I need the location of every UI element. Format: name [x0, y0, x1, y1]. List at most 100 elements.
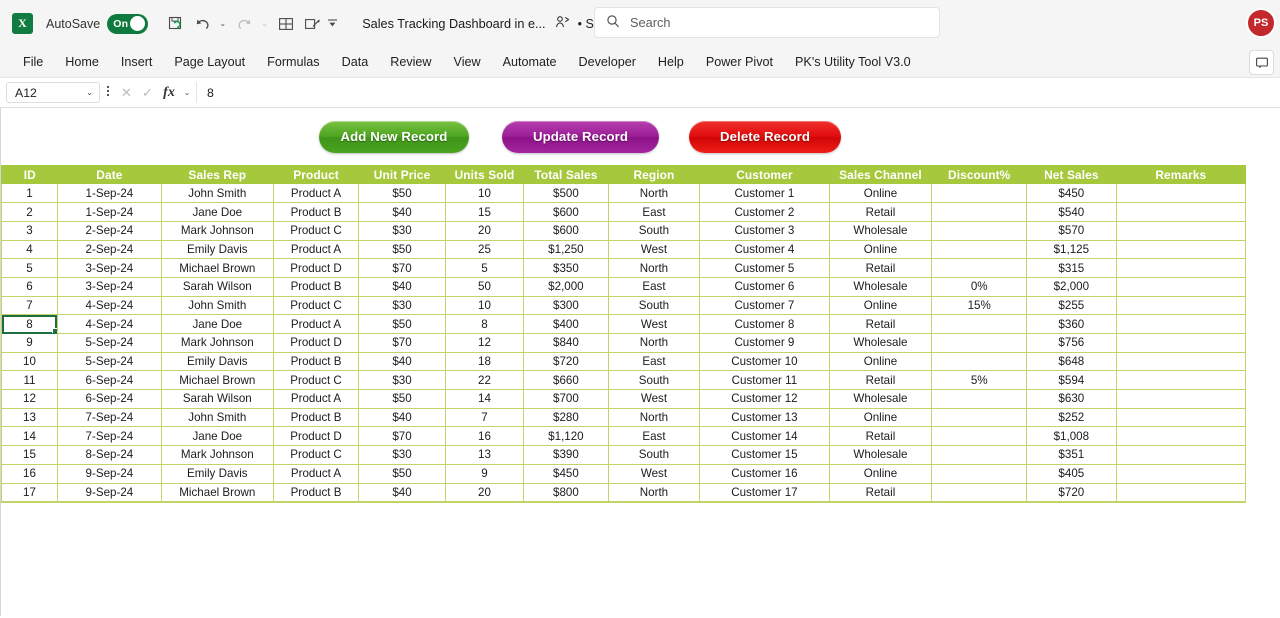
cell-unit-price[interactable]: $30: [358, 445, 446, 465]
cell-units-sold[interactable]: 10: [445, 296, 525, 316]
cell-product[interactable]: Product A: [273, 389, 360, 409]
cell-id[interactable]: 17: [1, 483, 58, 503]
cell-net-sales[interactable]: $1,125: [1026, 240, 1117, 260]
cell-sales-channel[interactable]: Wholesale: [829, 389, 933, 409]
cell-region[interactable]: North: [608, 184, 701, 204]
cell-discount[interactable]: [931, 445, 1028, 465]
cell-unit-price[interactable]: $40: [358, 277, 446, 297]
cell-product[interactable]: Product A: [273, 314, 360, 334]
cell-total-sales[interactable]: $300: [523, 296, 609, 316]
cell-region[interactable]: North: [608, 258, 701, 278]
cell-sales-channel[interactable]: Online: [829, 352, 933, 372]
column-header-date[interactable]: Date: [57, 165, 162, 184]
cell-total-sales[interactable]: $800: [523, 483, 609, 503]
cell-net-sales[interactable]: $1,008: [1026, 426, 1117, 447]
name-box-caret-icon[interactable]: ⌄: [86, 88, 93, 97]
cell-total-sales[interactable]: $280: [523, 408, 609, 428]
cell-customer[interactable]: Customer 4: [699, 240, 830, 260]
formula-input[interactable]: 8: [196, 82, 1280, 103]
cell-date[interactable]: 9-Sep-24: [57, 483, 162, 503]
cell-region[interactable]: West: [608, 314, 701, 334]
cell-units-sold[interactable]: 13: [445, 445, 525, 465]
undo-icon[interactable]: [190, 10, 214, 38]
cell-total-sales[interactable]: $840: [523, 333, 609, 353]
cell-net-sales[interactable]: $594: [1026, 370, 1117, 391]
ribbon-tab-help[interactable]: Help: [647, 51, 695, 73]
cell-net-sales[interactable]: $405: [1026, 464, 1117, 484]
cell-id[interactable]: 3: [1, 221, 58, 241]
cell-sales-rep[interactable]: Mark Johnson: [161, 333, 274, 353]
cell-discount[interactable]: [931, 333, 1028, 353]
cell-date[interactable]: 5-Sep-24: [57, 333, 162, 353]
cell-discount[interactable]: [931, 426, 1028, 447]
cell-customer[interactable]: Customer 2: [699, 202, 830, 222]
cell-remarks[interactable]: [1116, 277, 1247, 297]
cell-sales-channel[interactable]: Retail: [829, 370, 933, 391]
cell-net-sales[interactable]: $540: [1026, 202, 1117, 222]
cell-total-sales[interactable]: $700: [523, 389, 609, 409]
cell-total-sales[interactable]: $350: [523, 258, 609, 278]
cell-units-sold[interactable]: 25: [445, 240, 525, 260]
cell-units-sold[interactable]: 5: [445, 258, 525, 278]
selected-cell[interactable]: 8: [1, 314, 58, 334]
cell-date[interactable]: 5-Sep-24: [57, 352, 162, 372]
ribbon-tab-power-pivot[interactable]: Power Pivot: [695, 51, 784, 73]
cell-region[interactable]: West: [608, 464, 701, 484]
cell-discount[interactable]: [931, 258, 1028, 278]
ribbon-tab-automate[interactable]: Automate: [492, 51, 568, 73]
cell-units-sold[interactable]: 14: [445, 389, 525, 409]
cell-total-sales[interactable]: $400: [523, 314, 609, 334]
cell-sales-rep[interactable]: Emily Davis: [161, 464, 274, 484]
cell-product[interactable]: Product A: [273, 184, 360, 204]
cell-region[interactable]: South: [608, 445, 701, 465]
cell-product[interactable]: Product D: [273, 426, 360, 447]
cell-id[interactable]: 10: [1, 352, 58, 372]
cell-discount[interactable]: [931, 483, 1028, 503]
cell-remarks[interactable]: [1116, 426, 1247, 447]
cell-remarks[interactable]: [1116, 296, 1247, 316]
ribbon-tab-developer[interactable]: Developer: [568, 51, 647, 73]
table-grid-icon[interactable]: [274, 10, 298, 38]
cell-unit-price[interactable]: $40: [358, 408, 446, 428]
cell-units-sold[interactable]: 10: [445, 184, 525, 204]
column-header-sales-channel[interactable]: Sales Channel: [829, 165, 932, 184]
cell-units-sold[interactable]: 18: [445, 352, 525, 372]
cell-net-sales[interactable]: $756: [1026, 333, 1117, 353]
cell-net-sales[interactable]: $360: [1026, 314, 1117, 334]
ribbon-tab-pk-s-utility-tool-v3-0[interactable]: PK's Utility Tool V3.0: [784, 51, 922, 73]
cell-total-sales[interactable]: $450: [523, 464, 609, 484]
cell-remarks[interactable]: [1116, 202, 1247, 222]
cell-product[interactable]: Product A: [273, 464, 360, 484]
cell-date[interactable]: 8-Sep-24: [57, 445, 162, 465]
cell-unit-price[interactable]: $50: [358, 184, 446, 204]
cell-discount[interactable]: 5%: [931, 370, 1028, 391]
cell-unit-price[interactable]: $50: [358, 240, 446, 260]
ribbon-tab-file[interactable]: File: [12, 51, 54, 73]
cell-id[interactable]: 4: [1, 240, 58, 260]
cell-date[interactable]: 1-Sep-24: [57, 202, 162, 222]
cell-customer[interactable]: Customer 13: [699, 408, 830, 428]
cell-net-sales[interactable]: $630: [1026, 389, 1117, 409]
cell-date[interactable]: 7-Sep-24: [57, 426, 162, 447]
cell-date[interactable]: 6-Sep-24: [57, 370, 162, 391]
cell-customer[interactable]: Customer 7: [699, 296, 830, 316]
cell-total-sales[interactable]: $720: [523, 352, 609, 372]
cell-total-sales[interactable]: $1,250: [523, 240, 609, 260]
cell-product[interactable]: Product C: [273, 370, 360, 391]
undo-dropdown-caret-icon[interactable]: ⌄: [216, 19, 229, 28]
touch-draw-icon[interactable]: [300, 10, 324, 38]
cell-customer[interactable]: Customer 15: [699, 445, 830, 465]
cell-sales-rep[interactable]: Jane Doe: [161, 314, 274, 334]
ribbon-tab-review[interactable]: Review: [379, 51, 442, 73]
cell-units-sold[interactable]: 20: [445, 483, 525, 503]
cell-id[interactable]: 14: [1, 426, 58, 447]
cancel-formula-icon[interactable]: ✕: [116, 85, 137, 101]
ribbon-tab-data[interactable]: Data: [331, 51, 380, 73]
cell-product[interactable]: Product C: [273, 296, 360, 316]
customize-toolbar-caret-icon[interactable]: [326, 17, 339, 31]
cell-net-sales[interactable]: $255: [1026, 296, 1117, 316]
cell-id[interactable]: 15: [1, 445, 58, 465]
cell-product[interactable]: Product B: [273, 277, 360, 297]
cell-sales-channel[interactable]: Retail: [829, 202, 933, 222]
cell-customer[interactable]: Customer 11: [699, 370, 830, 391]
